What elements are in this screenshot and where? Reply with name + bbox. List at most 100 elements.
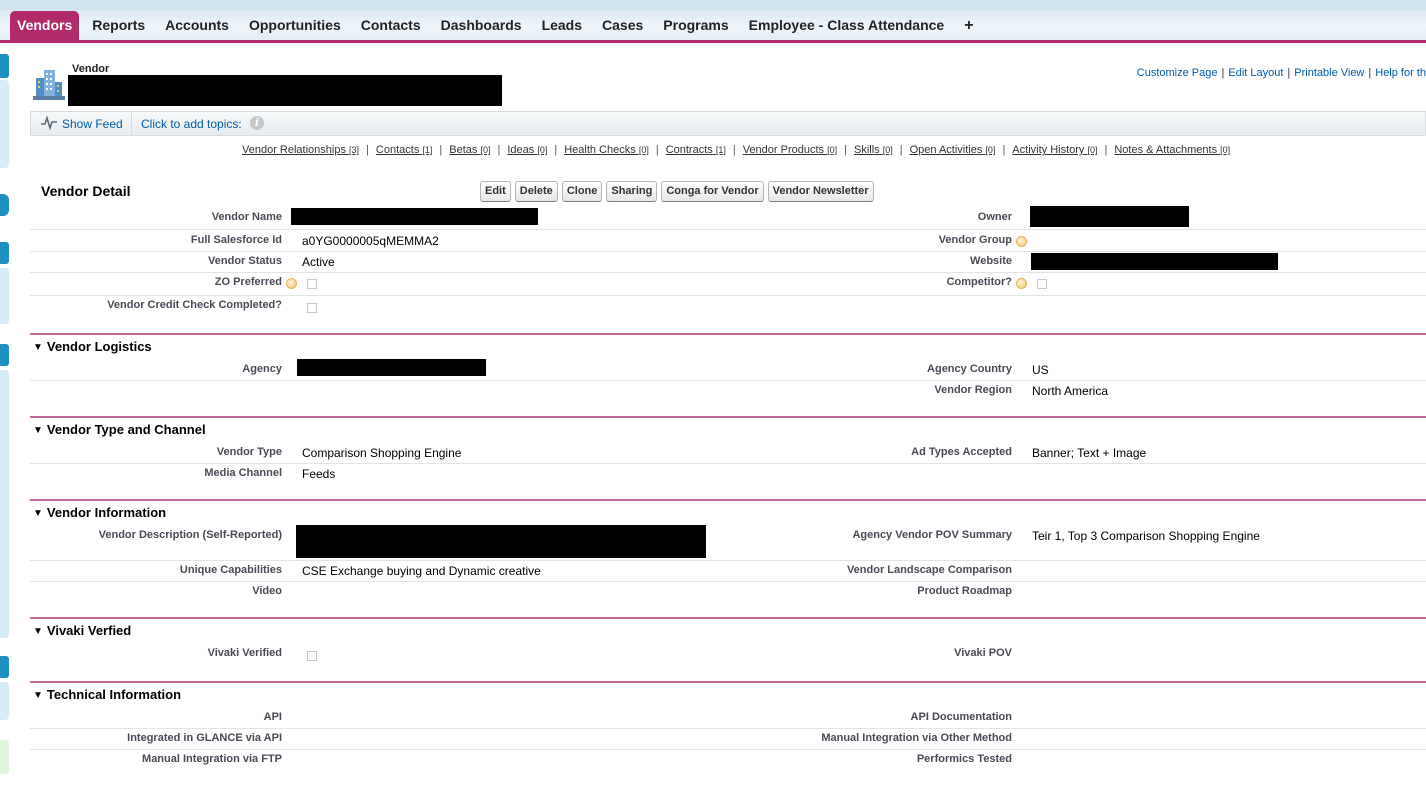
tab-opportunities[interactable]: Opportunities: [239, 11, 351, 40]
agency-country-label: Agency Country: [927, 363, 1012, 375]
sidebar-tab[interactable]: [0, 54, 9, 78]
pov-summary-value: Teir 1, Top 3 Comparison Shopping Engine: [1032, 529, 1260, 543]
tab-leads[interactable]: Leads: [532, 11, 592, 40]
row-divider: [30, 272, 1426, 273]
feed-divider: [131, 112, 132, 135]
section-divider: [30, 681, 1426, 683]
credit-check-checkbox: [307, 303, 317, 313]
sidebar-panel: [0, 740, 9, 774]
add-tab-button[interactable]: +: [954, 11, 983, 40]
vendor-name-label: Vendor Name: [211, 211, 282, 223]
tab-dashboards[interactable]: Dashboards: [431, 11, 532, 40]
ad-types-label: Ad Types Accepted: [911, 446, 1012, 458]
vendor-region-value: North America: [1032, 384, 1109, 398]
collapse-triangle-icon: ▼: [33, 425, 43, 436]
sharing-button[interactable]: Sharing: [606, 181, 658, 202]
performics-tested-label: Performics Tested: [916, 753, 1012, 765]
related-link-contracts[interactable]: Contracts [1]: [666, 144, 726, 156]
section-technical-information[interactable]: ▼ Technical Information: [33, 687, 181, 702]
page-links: Customize Page | Edit Layout | Printable Vie…: [1137, 67, 1426, 79]
related-link-activity-history[interactable]: Activity History [0]: [1012, 144, 1097, 156]
customize-page-link[interactable]: Customize Page: [1137, 67, 1218, 79]
section-vendor-type-channel[interactable]: ▼ Vendor Type and Channel: [33, 422, 206, 437]
website-label: Website: [970, 255, 1012, 267]
section-vendor-logistics[interactable]: ▼ Vendor Logistics: [33, 339, 152, 354]
add-topics-link[interactable]: Click to add topics:: [141, 117, 242, 131]
related-link-vendor-relationships[interactable]: Vendor Relationships [3]: [242, 144, 359, 156]
conga-for-vendor-button[interactable]: Conga for Vendor: [661, 181, 764, 202]
delete-button[interactable]: Delete: [514, 181, 558, 202]
sidebar-toggle[interactable]: [0, 194, 9, 216]
vendor-newsletter-button[interactable]: Vendor Newsletter: [767, 181, 874, 202]
sidebar-tab[interactable]: [0, 344, 9, 366]
full-salesforce-id-value: a0YG0000005qMEMMA2: [302, 234, 439, 248]
row-divider: [30, 380, 1426, 381]
vendor-type-value: Comparison Shopping Engine: [302, 446, 462, 460]
related-link-contacts[interactable]: Contacts [1]: [376, 144, 433, 156]
row-divider: [30, 295, 1426, 296]
edit-layout-link[interactable]: Edit Layout: [1228, 67, 1283, 79]
help-icon[interactable]: [1016, 236, 1027, 247]
agency-label: Agency: [242, 363, 282, 375]
section-divider: [30, 333, 1426, 335]
section-divider: [30, 617, 1426, 619]
video-label: Video: [252, 585, 282, 597]
competitor-label: Competitor?: [946, 276, 1012, 288]
feed-icon: [41, 115, 57, 133]
related-link-betas[interactable]: Betas [0]: [449, 144, 490, 156]
related-link-notes-attachments[interactable]: Notes & Attachments [0]: [1114, 144, 1230, 156]
tab-cases[interactable]: Cases: [592, 11, 653, 40]
row-divider: [30, 251, 1426, 252]
printable-view-link[interactable]: Printable View: [1294, 67, 1364, 79]
redacted-agency: [297, 359, 486, 376]
collapse-triangle-icon: ▼: [33, 508, 43, 519]
tab-accounts[interactable]: Accounts: [155, 11, 239, 40]
owner-label: Owner: [977, 211, 1012, 223]
link-separator: |: [1368, 67, 1372, 79]
help-icon[interactable]: [1016, 278, 1027, 289]
sidebar-tab[interactable]: [0, 242, 9, 264]
product-roadmap-label: Product Roadmap: [917, 585, 1012, 597]
related-link-health-checks[interactable]: Health Checks [0]: [564, 144, 649, 156]
vendor-status-label: Vendor Status: [208, 255, 282, 267]
vendor-type-label: Vendor Type: [216, 446, 282, 458]
sidebar-collapsed: [0, 52, 10, 782]
pov-summary-label: Agency Vendor POV Summary: [852, 529, 1012, 541]
tab-bar-underline: [0, 40, 1426, 43]
sidebar-tab[interactable]: [0, 656, 9, 678]
tab-employee-class-attendance[interactable]: Employee - Class Attendance: [739, 11, 955, 40]
tab-reports[interactable]: Reports: [82, 11, 155, 40]
info-icon[interactable]: i: [250, 116, 264, 130]
detail-title: Vendor Detail: [41, 183, 131, 199]
edit-button[interactable]: Edit: [480, 181, 511, 202]
collapse-triangle-icon: ▼: [33, 690, 43, 701]
related-link-vendor-products[interactable]: Vendor Products [0]: [743, 144, 837, 156]
api-label: API: [263, 711, 282, 723]
related-link-ideas[interactable]: Ideas [0]: [507, 144, 547, 156]
competitor-checkbox: [1037, 279, 1047, 289]
clone-button[interactable]: Clone: [561, 181, 603, 202]
row-divider: [30, 728, 1426, 729]
show-feed-link[interactable]: Show Feed: [62, 117, 123, 131]
vivaki-pov-label: Vivaki POV: [954, 647, 1012, 659]
related-link-open-activities[interactable]: Open Activities [0]: [910, 144, 996, 156]
building-icon: [33, 66, 65, 100]
help-icon[interactable]: [286, 278, 297, 289]
tab-vendors[interactable]: Vendors: [10, 11, 80, 40]
vendor-description-label: Vendor Description (Self-Reported): [98, 529, 282, 541]
tab-contacts[interactable]: Contacts: [351, 11, 431, 40]
related-link-skills[interactable]: Skills [0]: [854, 144, 893, 156]
full-salesforce-id-label: Full Salesforce Id: [190, 234, 282, 246]
ad-types-value: Banner; Text + Image: [1032, 446, 1147, 460]
link-separator: |: [1221, 67, 1225, 79]
vendor-region-label: Vendor Region: [934, 384, 1012, 396]
vendor-status-value: Active: [302, 255, 335, 269]
row-divider: [30, 581, 1426, 582]
help-link[interactable]: Help for th: [1375, 67, 1426, 79]
tab-programs[interactable]: Programs: [653, 11, 738, 40]
row-divider: [30, 749, 1426, 750]
sidebar-panel: [0, 370, 9, 638]
section-vendor-information[interactable]: ▼ Vendor Information: [33, 505, 166, 520]
section-vivaki-verified[interactable]: ▼ Vivaki Verfied: [33, 623, 131, 638]
api-documentation-label: API Documentation: [910, 711, 1012, 723]
